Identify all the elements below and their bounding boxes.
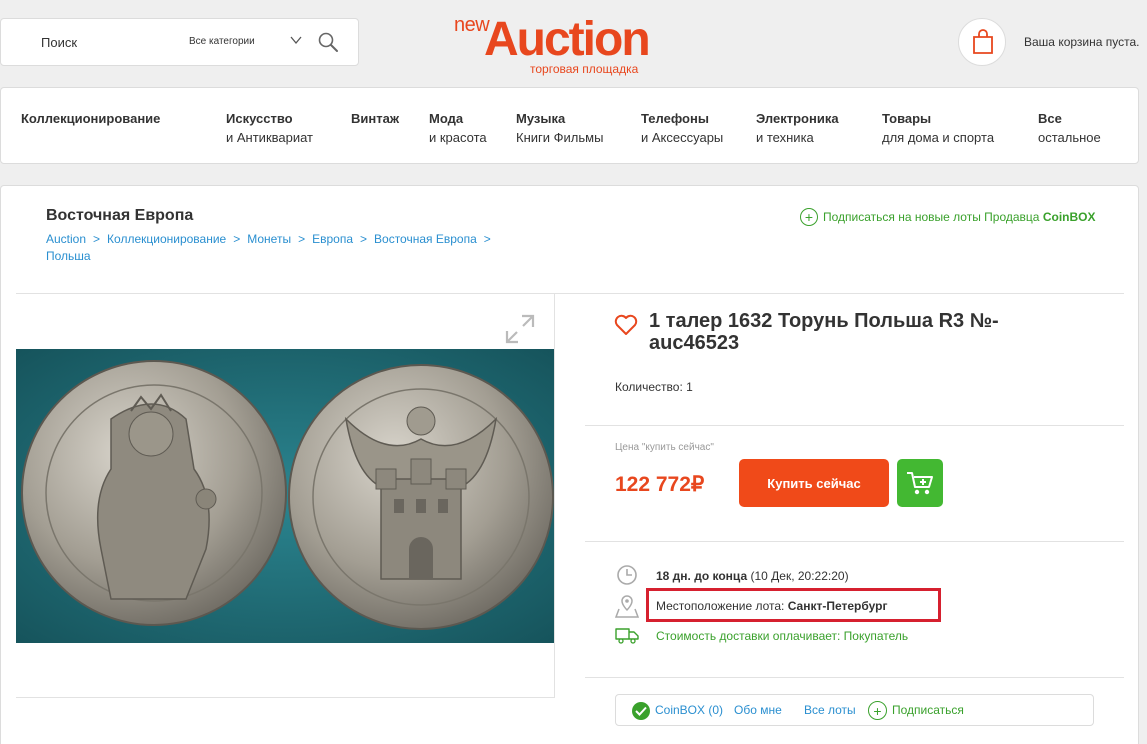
clock-icon <box>617 565 637 585</box>
nav-label: Коллекционирование <box>21 111 161 126</box>
plus-circle-icon[interactable]: + <box>868 701 887 720</box>
nav-label: Музыка <box>516 111 566 126</box>
expand-icon[interactable] <box>503 312 537 346</box>
divider <box>16 293 1124 294</box>
subscribe-link[interactable]: Подписаться <box>892 703 964 717</box>
lot-location: Местоположение лота: Санкт-Петербург <box>656 599 887 613</box>
breadcrumb-separator: > <box>483 232 491 246</box>
chevron-down-icon[interactable] <box>289 33 303 47</box>
location-value: Санкт-Петербург <box>787 599 888 613</box>
nav-sublabel: остальное <box>1038 130 1101 145</box>
category-select[interactable]: Все категории <box>189 36 255 47</box>
breadcrumb-separator: > <box>298 232 306 246</box>
nav-label: Все <box>1038 111 1062 126</box>
subscribe-seller-name: CoinBOX <box>1042 210 1096 224</box>
shopping-bag-icon <box>973 29 993 54</box>
nav-item-fashion[interactable]: Мода и красота <box>429 109 487 147</box>
cart-button[interactable] <box>958 18 1006 66</box>
all-lots-link[interactable]: Все лоты <box>804 703 856 717</box>
lot-title: 1 талер 1632 Торунь Польша R3 №-auc46523 <box>649 310 999 354</box>
search-bar[interactable]: Поиск Все категории <box>0 18 359 66</box>
nav-label: Электроника <box>756 111 839 126</box>
nav-sublabel: для дома и спорта <box>882 130 995 145</box>
subscribe-text: Подписаться на новые лоты Продавца <box>823 210 1040 224</box>
site-logo[interactable]: new Auction торговая площадка <box>454 10 694 78</box>
nav-label: Товары <box>882 111 932 126</box>
nav-sublabel: и Антиквариат <box>226 130 314 145</box>
cart-status: Ваша корзина пуста. <box>1024 35 1140 49</box>
breadcrumb-link[interactable]: Восточная Европа <box>374 232 477 246</box>
buy-now-button[interactable]: Купить сейчас <box>739 459 889 507</box>
logo-tagline: торговая площадка <box>530 62 639 76</box>
divider <box>585 541 1124 542</box>
heart-icon[interactable] <box>614 314 638 336</box>
breadcrumb: Auction > Коллекционирование > Монеты > Европа… <box>46 231 526 265</box>
nav-item-electronics[interactable]: Электроника и техника <box>756 109 839 147</box>
nav-item-collecting[interactable]: Коллекционирование <box>21 109 160 128</box>
seller-bar: CoinBOX (0) Обо мне Все лоты + Подписать… <box>615 694 1094 726</box>
nav-sublabel: и техника <box>756 130 814 145</box>
seller-name-link[interactable]: CoinBOX (0) <box>655 703 723 717</box>
location-label: Местоположение лота: <box>656 599 785 613</box>
breadcrumb-link[interactable]: Монеты <box>247 232 291 246</box>
lot-card: Восточная Европа Auction > Коллекционирова… <box>0 185 1139 744</box>
nav-item-other[interactable]: Все остальное <box>1038 109 1101 147</box>
logo-main-text: Auction <box>484 13 651 66</box>
divider <box>585 425 1124 426</box>
plus-circle-icon: + <box>800 208 818 226</box>
shipping-info: Стоимость доставки оплачивает: Покупател… <box>656 629 909 643</box>
subscribe-seller-link[interactable]: + Подписаться на новые лоты Продавца Coi… <box>800 208 1096 226</box>
nav-item-music[interactable]: Музыка Книги Фильмы <box>516 109 603 147</box>
nav-item-home[interactable]: Товары для дома и спорта <box>882 109 994 147</box>
page-title: Восточная Европа <box>46 207 194 224</box>
nav-sublabel: и Аксессуары <box>641 130 724 145</box>
time-remaining-bold: 18 дн. до конца <box>656 569 748 583</box>
search-icon[interactable] <box>317 31 339 53</box>
search-input[interactable]: Поиск <box>41 35 77 50</box>
nav-item-phones[interactable]: Телефоны и Аксессуары <box>641 109 723 147</box>
divider <box>16 697 555 698</box>
breadcrumb-separator: > <box>233 232 241 246</box>
about-seller-link[interactable]: Обо мне <box>734 703 782 717</box>
breadcrumb-link[interactable]: Auction <box>46 232 86 246</box>
nav-sublabel: и красота <box>429 130 487 145</box>
breadcrumb-separator: > <box>93 232 101 246</box>
nav-label: Винтаж <box>351 111 400 126</box>
divider <box>585 677 1124 678</box>
nav-label: Искусство <box>226 111 293 126</box>
time-remaining: 18 дн. до конца (10 Дек, 20:22:20) <box>656 569 849 583</box>
end-date: (10 Дек, 20:22:20) <box>750 569 849 583</box>
cart-plus-icon <box>907 472 933 495</box>
location-pin-icon <box>615 595 639 618</box>
nav-item-art[interactable]: Искусство и Антиквариат <box>226 109 313 147</box>
price-label: Цена "купить сейчас" <box>615 442 714 453</box>
breadcrumb-link[interactable]: Европа <box>312 232 353 246</box>
divider <box>554 293 555 698</box>
delivery-truck-icon <box>615 628 639 644</box>
lot-image[interactable] <box>16 349 554 643</box>
lot-price: 122 772₽ <box>615 473 705 496</box>
lot-quantity: Количество: 1 <box>615 380 693 394</box>
nav-item-vintage[interactable]: Винтаж <box>351 109 399 128</box>
breadcrumb-link[interactable]: Польша <box>46 249 91 263</box>
check-icon <box>632 702 650 720</box>
nav-label: Телефоны <box>641 111 709 126</box>
category-nav: Коллекционирование Искусство и Антиквари… <box>0 87 1139 164</box>
breadcrumb-link[interactable]: Коллекционирование <box>107 232 226 246</box>
nav-sublabel: Книги Фильмы <box>516 130 604 145</box>
nav-label: Мода <box>429 111 464 126</box>
breadcrumb-separator: > <box>360 232 368 246</box>
add-to-cart-button[interactable] <box>897 459 943 507</box>
